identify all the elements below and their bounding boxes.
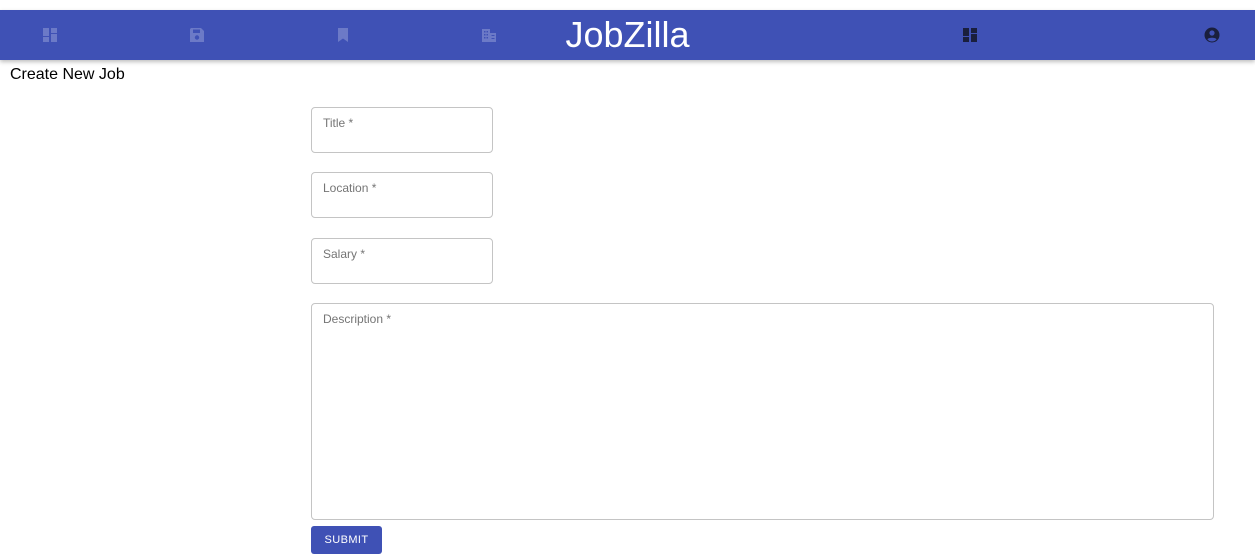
nav-bookmark-button[interactable] — [335, 27, 351, 43]
nav-account-button[interactable] — [1204, 27, 1220, 43]
app-bar: JobZilla — [0, 10, 1255, 60]
submit-button[interactable]: SUBMIT — [311, 526, 382, 554]
location-input[interactable] — [323, 195, 481, 215]
description-field[interactable]: Description * — [311, 303, 1214, 520]
salary-field-label: Salary * — [323, 247, 366, 261]
nav-dashboard-button[interactable] — [42, 27, 58, 43]
title-input[interactable] — [323, 130, 481, 150]
page-background — [0, 0, 1255, 10]
dashboard-icon — [43, 28, 57, 42]
salary-input[interactable] — [323, 261, 481, 281]
description-field-label: Description * — [323, 312, 392, 326]
brand-title-text[interactable]: JobZilla — [565, 14, 689, 55]
business-icon — [482, 29, 496, 42]
title-field-label: Title * — [323, 116, 354, 130]
bookmark-icon — [338, 28, 348, 42]
save-icon — [190, 28, 204, 42]
dashboard-icon — [963, 28, 977, 42]
nav-my-dashboard-button[interactable] — [962, 27, 978, 43]
nav-saved-button[interactable] — [189, 27, 205, 43]
account-circle-icon — [1204, 27, 1220, 43]
description-textarea[interactable] — [323, 334, 1202, 509]
salary-field[interactable]: Salary * — [311, 238, 493, 284]
nav-companies-button[interactable] — [481, 27, 497, 43]
location-field[interactable]: Location * — [311, 172, 493, 218]
location-field-label: Location * — [323, 181, 377, 195]
page-title: Create New Job — [10, 66, 125, 83]
title-field[interactable]: Title * — [311, 107, 493, 153]
